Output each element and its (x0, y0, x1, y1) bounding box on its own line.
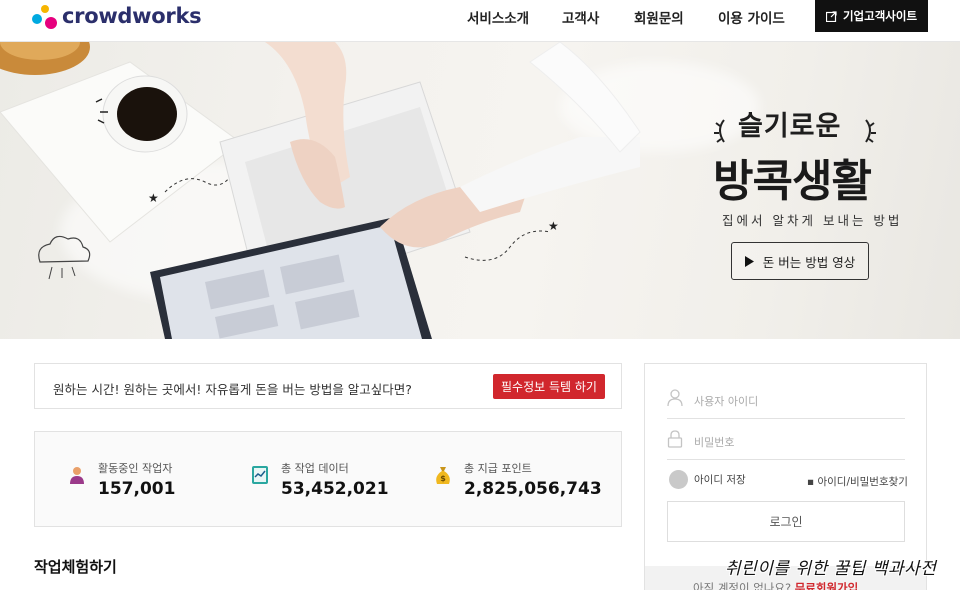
info-banner: 원하는 시간! 원하는 곳에서! 자유롭게 돈을 버는 방법을 알고싶다면? 필… (34, 363, 622, 409)
worker-icon (70, 467, 84, 484)
remember-radio-icon[interactable] (669, 470, 688, 489)
watermark-text: 취린이를 위한 꿀팁 백과사전 (725, 559, 937, 579)
corporate-site-button[interactable]: 기업고객사이트 (815, 0, 928, 32)
logo-mark-icon (32, 3, 60, 29)
stat-label: 총 지급 포인트 (464, 462, 532, 475)
hero-title-main: 방콕생활 (713, 156, 872, 207)
password-field[interactable]: 비밀번호 (667, 420, 905, 460)
signup-link[interactable]: 무료회원가입 (795, 581, 858, 590)
find-id-password-link[interactable]: ▪ 아이디/비밀번호찾기 (807, 474, 908, 489)
play-icon (744, 255, 754, 267)
stat-value: 53,452,021 (281, 479, 389, 499)
external-link-icon (825, 10, 837, 22)
logo[interactable]: crowdworks (32, 2, 202, 30)
hero-banner[interactable]: ★ ★ 슬기로운 방콕생활 집에서 알차게 보내는 방법 돈 버는 방법 영상 (0, 42, 960, 339)
signup-prompt-text: 아직 계정이 없나요? (693, 581, 792, 590)
stat-label: 활동중인 작업자 (98, 462, 173, 475)
video-button[interactable]: 돈 버는 방법 영상 (731, 242, 869, 280)
svg-text:★: ★ (548, 219, 559, 233)
data-icon (252, 466, 268, 484)
nav-usage-guide[interactable]: 이용 가이드 (718, 7, 785, 27)
stat-value: 157,001 (98, 479, 176, 499)
video-button-label: 돈 버는 방법 영상 (762, 254, 856, 270)
remember-id-checkbox[interactable]: 아이디 저장 (669, 470, 746, 489)
hero-title-sub: 슬기로운 (738, 111, 842, 142)
hero-description: 집에서 알차게 보내는 방법 (722, 213, 903, 228)
svg-text:$: $ (440, 474, 446, 483)
corporate-site-label: 기업고객사이트 (842, 9, 918, 23)
signup-prompt: 아직 계정이 없나요? 무료회원가입 (693, 580, 858, 590)
site-header: crowdworks 서비스소개 고객사 회원문의 이용 가이드 기업고객사이트 (0, 0, 960, 42)
stats-panel: 활동중인 작업자 157,001 총 작업 데이터 53,452,021 $ 총… (34, 431, 622, 527)
section-title-work-experience: 작업체험하기 (34, 558, 117, 576)
info-banner-text: 원하는 시간! 원하는 곳에서! 자유롭게 돈을 버는 방법을 알고싶다면? (53, 382, 412, 397)
username-placeholder: 사용자 아이디 (694, 395, 759, 408)
nav-clients[interactable]: 고객사 (562, 7, 599, 27)
password-placeholder: 비밀번호 (694, 436, 735, 449)
stat-label: 총 작업 데이터 (281, 462, 349, 475)
lock-icon (667, 430, 683, 448)
nav-service-intro[interactable]: 서비스소개 (467, 7, 529, 27)
stat-value: 2,825,056,743 (464, 479, 602, 499)
find-link-label: 아이디/비밀번호찾기 (817, 476, 908, 488)
username-field[interactable]: 사용자 아이디 (667, 379, 905, 419)
svg-text:★: ★ (148, 191, 159, 205)
remember-label: 아이디 저장 (694, 474, 746, 486)
money-bag-icon: $ (436, 467, 450, 484)
user-icon (667, 389, 683, 407)
logo-text: crowdworks (62, 4, 202, 28)
login-button[interactable]: 로그인 (667, 501, 905, 542)
essential-info-button[interactable]: 필수정보 득템 하기 (493, 374, 605, 399)
nav-member-inquiry[interactable]: 회원문의 (634, 7, 684, 27)
